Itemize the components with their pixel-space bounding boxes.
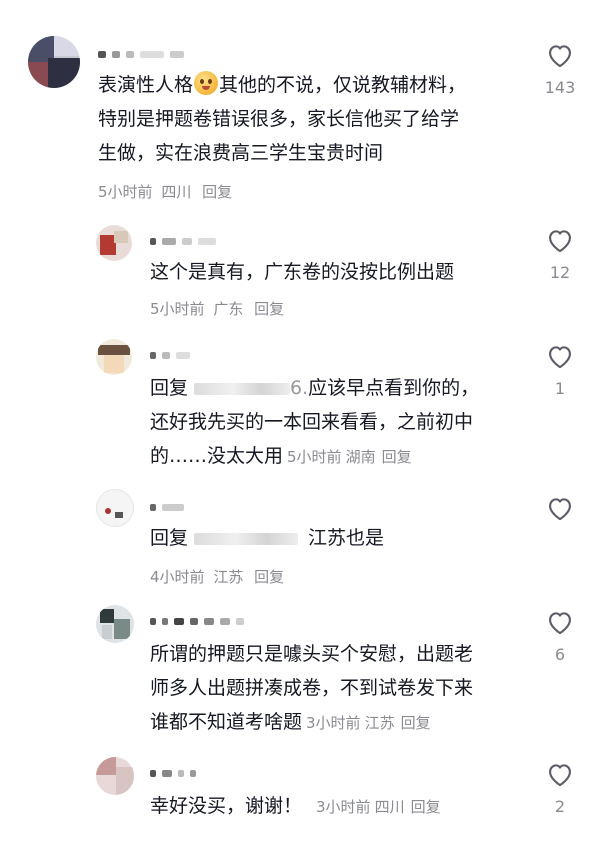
reply-item: 这个是真有，广东卷的没按比例出题 5小时前 广东 回复 12 (0, 215, 600, 333)
smiling-face-emoji-icon (194, 71, 219, 95)
timestamp: 5小时前 (150, 300, 205, 318)
region: 广东 (213, 300, 244, 318)
heart-outline-icon (549, 346, 571, 369)
comment-meta: 5小时前 四川 回复 (98, 181, 232, 202)
region: 江苏 (213, 568, 244, 586)
reply-button[interactable]: 回复 (401, 714, 431, 732)
reply-button[interactable]: 回复 (202, 183, 232, 201)
mention-blurred[interactable] (194, 532, 299, 545)
comment-text: 所谓的押题只是噱头买个安慰，出题老 师多人出题拼凑成卷，不到试卷发下来 谁都不知… (150, 643, 474, 733)
avatar[interactable] (96, 605, 134, 643)
like-button[interactable]: 1 (530, 343, 590, 398)
comment-text: 幸好没买，谢谢！ 3小时前 四川 回复 (150, 795, 441, 817)
username-blurred[interactable] (150, 611, 250, 625)
avatar[interactable] (96, 489, 134, 527)
like-button[interactable]: 12 (530, 227, 590, 282)
comment-text: 回复 江苏也是 (150, 527, 385, 549)
comment-meta: 5小时前 广东 回复 (150, 298, 284, 319)
timestamp: 5小时前 (287, 448, 342, 466)
region: 湖南 (345, 448, 376, 466)
heart-outline-icon (549, 612, 571, 635)
username-blurred[interactable] (150, 763, 202, 777)
username-blurred[interactable] (150, 231, 222, 245)
comment-meta: 3小时前 江苏 回复 (306, 714, 431, 732)
heart-outline-icon (549, 498, 571, 521)
mention-blurred[interactable] (194, 382, 291, 395)
comment-meta: 3小时前 四川 回复 (316, 798, 441, 816)
like-count: 2 (554, 797, 566, 816)
like-button[interactable] (530, 495, 590, 521)
like-count: 6 (554, 645, 566, 664)
like-count: 143 (544, 78, 576, 97)
reply-item: 回复 6.应该早点看到你的， 还好我先买的一本回来看看，之前初中 的……没太大用 5… (0, 333, 600, 483)
like-button[interactable]: 6 (530, 609, 590, 664)
avatar[interactable] (96, 225, 132, 261)
avatar[interactable] (96, 339, 132, 375)
comment-meta: 5小时前 湖南 回复 (287, 448, 412, 466)
heart-outline-icon (549, 230, 571, 253)
like-button[interactable]: 2 (530, 761, 590, 816)
comment-meta: 4小时前 江苏 回复 (150, 566, 284, 587)
reply-button[interactable]: 回复 (254, 300, 284, 318)
heart-outline-icon (549, 45, 571, 68)
comment-text: 这个是真有，广东卷的没按比例出题 (150, 261, 455, 283)
like-count: 12 (549, 263, 571, 282)
reply-button[interactable]: 回复 (254, 568, 284, 586)
timestamp: 3小时前 (316, 798, 371, 816)
heart-outline-icon (549, 764, 571, 787)
reply-item: 所谓的押题只是噱头买个安慰，出题老 师多人出题拼凑成卷，不到试卷发下来 谁都不知… (0, 593, 600, 743)
username-blurred[interactable] (150, 345, 196, 359)
avatar[interactable] (28, 36, 80, 88)
timestamp: 4小时前 (150, 568, 205, 586)
timestamp: 5小时前 (98, 183, 153, 201)
comment-text: 表演性人格 其他的不说，仅说教辅材料， 特别是押题卷错误很多，家长信他买了给学 生… (98, 68, 538, 170)
comment-text: 回复 6.应该早点看到你的， 还好我先买的一本回来看看，之前初中 的……没太大用 5… (150, 377, 480, 467)
region: 四川 (161, 183, 192, 201)
region: 四川 (374, 798, 405, 816)
username-blurred[interactable] (98, 44, 190, 58)
comment-item: 表演性人格 其他的不说，仅说教辅材料， 特别是押题卷错误很多，家长信他买了给学 生… (0, 0, 600, 215)
reply-button[interactable]: 回复 (382, 448, 412, 466)
reply-button[interactable]: 回复 (411, 798, 441, 816)
reply-item: 回复 江苏也是 4小时前 江苏 回复 (0, 483, 600, 593)
avatar[interactable] (96, 757, 134, 795)
username-blurred[interactable] (150, 497, 190, 511)
like-button[interactable]: 143 (530, 42, 590, 97)
region: 江苏 (364, 714, 395, 732)
timestamp: 3小时前 (306, 714, 361, 732)
reply-item: 幸好没买，谢谢！ 3小时前 四川 回复 2 (0, 743, 600, 841)
like-count: 1 (554, 379, 566, 398)
